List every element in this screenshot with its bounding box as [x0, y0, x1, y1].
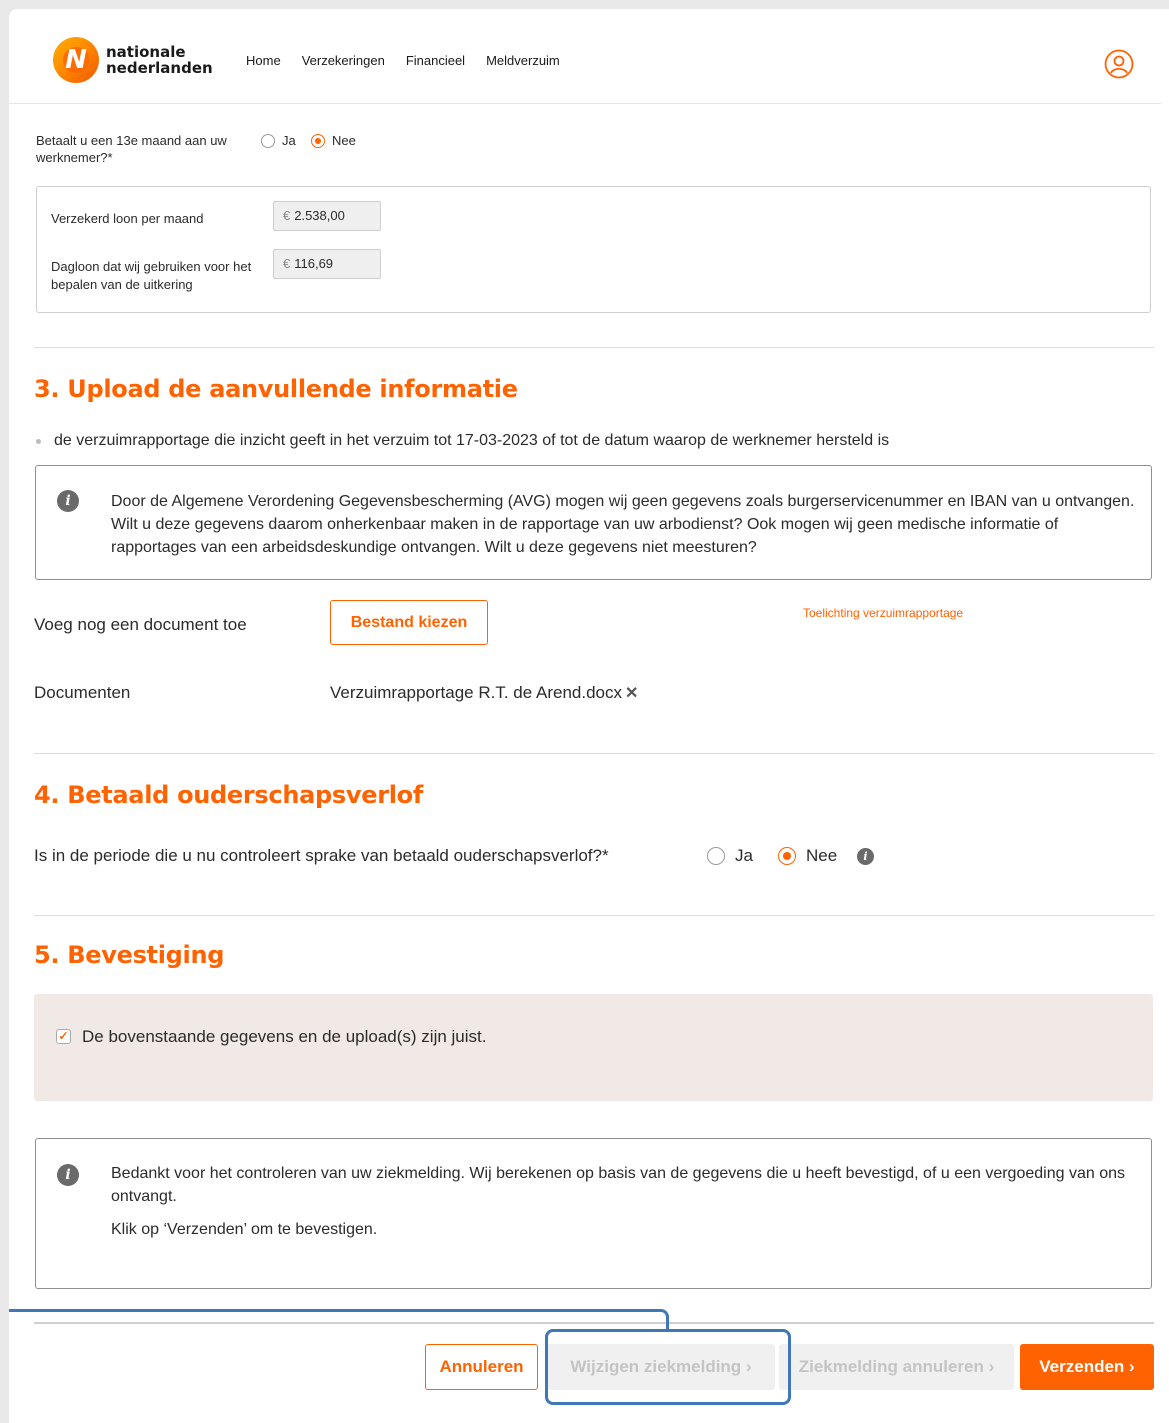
logo-mark-icon: N: [53, 37, 99, 83]
brand-logo[interactable]: N nationale nederlanden: [53, 37, 213, 83]
main-nav: Home Verzekeringen Financieel Meldverzui…: [246, 53, 560, 68]
logo-wordmark: nationale nederlanden: [106, 43, 213, 77]
nav-financieel[interactable]: Financieel: [406, 53, 465, 68]
section-divider: [34, 347, 1154, 348]
insured-salary-value: €2.538,00: [273, 201, 381, 231]
highlight-box: [545, 1329, 791, 1405]
section3-title: 3. Upload de aanvullende informatie: [34, 375, 518, 403]
thanks-info-text: Bedankt voor het controleren van uw ziek…: [111, 1165, 1125, 1238]
radio-ja-icon[interactable]: [707, 847, 725, 865]
cancel-report-button[interactable]: Ziekmelding annuleren ›: [779, 1344, 1014, 1390]
question-13e-maand: Betaalt u een 13e maand aan uw werknemer…: [36, 133, 227, 165]
info-icon: i: [57, 1164, 79, 1186]
nav-home[interactable]: Home: [246, 53, 281, 68]
avg-info-box: i Door de Algemene Verordening Gegevensb…: [35, 465, 1152, 580]
add-document-label: Voeg nog een document toe: [34, 615, 247, 634]
page-frame: N nationale nederlanden Home Verzekering…: [9, 9, 1169, 1423]
bullet-icon: [36, 438, 41, 444]
avg-info-text: Door de Algemene Verordening Gegevensbes…: [111, 493, 1135, 556]
radio-13e-ja[interactable]: Ja: [261, 133, 296, 148]
info-icon[interactable]: i: [857, 848, 874, 865]
chevron-right-icon: ›: [988, 1357, 995, 1376]
section-divider: [34, 753, 1154, 754]
send-button[interactable]: Verzenden ›: [1020, 1344, 1154, 1390]
user-account-icon[interactable]: [1104, 49, 1134, 79]
choose-file-button[interactable]: Bestand kiezen: [330, 600, 488, 645]
cancel-button[interactable]: Annuleren: [425, 1344, 538, 1390]
salary-box: Verzekerd loon per maand €2.538,00 Daglo…: [36, 186, 1151, 313]
site-header: N nationale nederlanden Home Verzekering…: [9, 9, 1161, 104]
parental-leave-question: Is in de periode die u nu controleert sp…: [34, 846, 609, 865]
confirm-checkbox[interactable]: ✓: [56, 1029, 71, 1044]
document-name: Verzuimrapportage R.T. de Arend.docx: [330, 683, 622, 702]
nav-verzekeringen[interactable]: Verzekeringen: [302, 53, 385, 68]
radio-nee-selected-icon[interactable]: [311, 133, 325, 148]
remove-document-icon[interactable]: ✕: [625, 683, 638, 703]
required-document-item: de verzuimrapportage die inzicht geeft i…: [34, 432, 889, 450]
daily-wage-label: Dagloon dat wij gebruiken voor het bepal…: [51, 259, 252, 292]
radio-leave-ja[interactable]: Ja: [707, 846, 753, 866]
highlight-connector: [9, 1309, 669, 1331]
uploaded-document: Verzuimrapportage R.T. de Arend.docx ✕: [330, 683, 638, 703]
radio-leave-nee[interactable]: Nee: [778, 846, 837, 866]
nav-meldverzuim[interactable]: Meldverzuim: [486, 53, 560, 68]
radio-nee-selected-icon[interactable]: [778, 847, 796, 865]
thanks-info-box: i Bedankt voor het controleren van uw zi…: [35, 1138, 1152, 1289]
daily-wage-value: €116,69: [273, 249, 381, 279]
chevron-right-icon: ›: [1129, 1357, 1135, 1376]
radio-13e-nee[interactable]: Nee: [311, 133, 356, 148]
insured-salary-label: Verzekerd loon per maand: [51, 211, 204, 226]
radio-ja-icon[interactable]: [261, 133, 275, 148]
section4-title: 4. Betaald ouderschapsverlof: [34, 781, 424, 809]
documents-label: Documenten: [34, 683, 131, 702]
section5-title: 5. Bevestiging: [34, 941, 225, 969]
confirm-label: De bovenstaande gegevens en de upload(s)…: [82, 1027, 487, 1046]
info-icon: i: [57, 490, 79, 512]
explain-report-link[interactable]: Toelichting verzuimrapportage: [803, 606, 963, 620]
section-divider: [34, 915, 1154, 916]
confirmation-box: ✓ De bovenstaande gegevens en de upload(…: [34, 994, 1153, 1101]
